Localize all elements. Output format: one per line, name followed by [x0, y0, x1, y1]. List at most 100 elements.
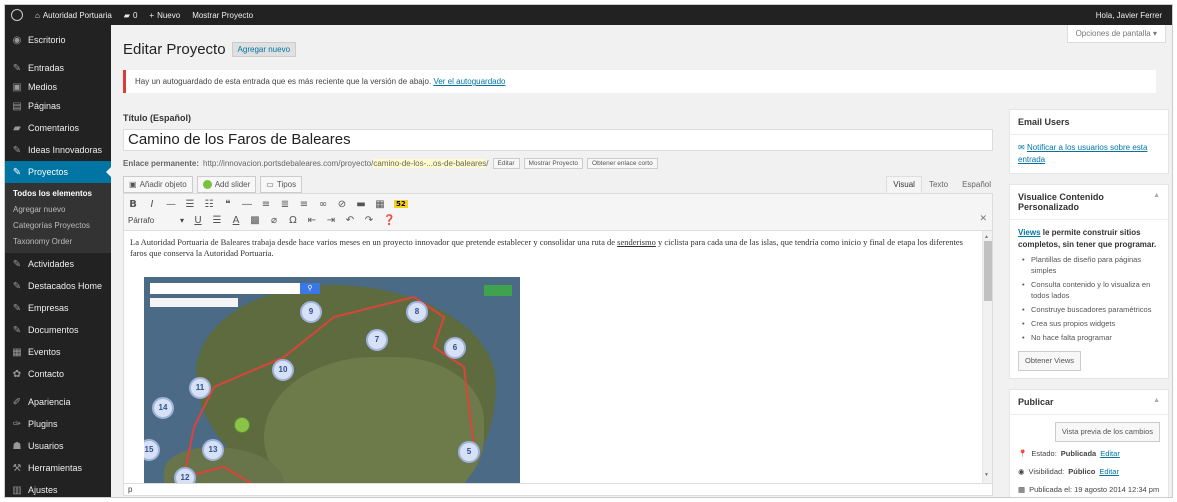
- view-project-button[interactable]: Mostrar Proyecto: [523, 157, 584, 169]
- more-tag-icon[interactable]: ▬: [356, 199, 366, 210]
- add-new-button[interactable]: Agregar nuevo: [231, 42, 297, 57]
- sidebar-item-empresas[interactable]: ✎ Empresas: [5, 297, 111, 319]
- editor-scrollbar[interactable]: ▲ ▼: [982, 231, 992, 483]
- sidebar-item-comentarios[interactable]: ▰ Comentarios: [5, 117, 111, 139]
- map-marker[interactable]: 13: [202, 439, 224, 461]
- scroll-down-icon[interactable]: ▼: [984, 470, 989, 481]
- map-tools[interactable]: [150, 298, 238, 307]
- map-search-input[interactable]: [150, 283, 300, 294]
- map-marker[interactable]: 10: [272, 359, 294, 381]
- map-image[interactable]: ⚲ 9 8 7 6 10 11 14 15 13 12 5: [144, 277, 520, 483]
- tab-visual[interactable]: Visual: [886, 176, 922, 193]
- view-autosave-link[interactable]: Ver el autoguardado: [433, 77, 505, 86]
- sidebar-item-ideas[interactable]: ✎ Ideas Innovadoras: [5, 139, 111, 161]
- redo-icon[interactable]: ↷: [364, 215, 374, 226]
- add-media-button[interactable]: ▣ Añadir objeto: [123, 175, 193, 193]
- unlink-icon[interactable]: ⊘: [337, 199, 347, 210]
- types-button[interactable]: ▭ Tipos: [260, 175, 303, 193]
- sidebar-item-contacto[interactable]: ✿ Contacto: [5, 363, 111, 385]
- text-color-icon[interactable]: A: [231, 215, 241, 226]
- editor-content[interactable]: La Autoridad Portuaria de Baleares traba…: [124, 231, 992, 483]
- get-views-button[interactable]: Obtener Views: [1018, 351, 1082, 371]
- post-title-input[interactable]: Camino de los Faros de Baleares: [123, 129, 993, 151]
- map-marker[interactable]: 9: [300, 301, 322, 323]
- map-marker[interactable]: 12: [174, 467, 196, 483]
- outdent-icon[interactable]: ⇤: [307, 215, 317, 226]
- sidebar-item-medios[interactable]: ▣ Medios: [5, 79, 111, 95]
- sidebar-item-apariencia[interactable]: ✐ Apariencia: [5, 391, 111, 413]
- map-marker[interactable]: 6: [444, 337, 466, 359]
- numbered-list-icon[interactable]: ☷: [204, 199, 214, 210]
- sidebar-item-proyectos[interactable]: ✎ Proyectos: [5, 161, 111, 183]
- toolbar-toggle-icon[interactable]: ▦: [375, 199, 385, 210]
- justify-icon[interactable]: ☰: [212, 215, 222, 226]
- sidebar-item-ajustes[interactable]: ▥ Ajustes: [5, 479, 111, 497]
- map-marker[interactable]: 14: [152, 397, 174, 419]
- horizontal-rule-icon[interactable]: ―: [242, 199, 252, 210]
- map-green-button[interactable]: [484, 285, 512, 296]
- sidebar-item-escritorio[interactable]: ◉ Escritorio: [5, 29, 111, 51]
- submenu-taxonomy[interactable]: Taxonomy Order: [5, 234, 111, 250]
- chevron-up-icon[interactable]: ▲: [1153, 192, 1160, 212]
- add-slider-button[interactable]: Add slider: [196, 175, 257, 193]
- sidebar-item-plugins[interactable]: ✑ Plugins: [5, 413, 111, 435]
- preview-changes-button[interactable]: Vista previa de los cambios: [1054, 422, 1160, 442]
- paste-text-icon[interactable]: ▩: [250, 215, 260, 226]
- wordpress-logo[interactable]: [5, 5, 29, 25]
- underline-icon[interactable]: U: [193, 215, 203, 226]
- map-marker[interactable]: 11: [189, 377, 211, 399]
- get-shortlink-button[interactable]: Obtener enlace corto: [587, 157, 658, 169]
- bullet-list-icon[interactable]: ☰: [185, 199, 195, 210]
- sidebar-item-documentos[interactable]: ✎ Documentos: [5, 319, 111, 341]
- align-center-icon[interactable]: ≣: [280, 199, 290, 210]
- views-link[interactable]: Views: [1018, 228, 1041, 237]
- submenu-agregar[interactable]: Agregar nuevo: [5, 202, 111, 218]
- map-marker[interactable]: 7: [366, 329, 388, 351]
- site-name-link[interactable]: ⌂ Autoridad Portuaria: [29, 5, 118, 25]
- bold-icon[interactable]: B: [128, 199, 138, 210]
- publish-title[interactable]: Publicar ▲: [1010, 390, 1168, 415]
- view-project-link[interactable]: Mostrar Proyecto: [186, 5, 259, 25]
- account-menu[interactable]: Hola, Javier Ferrer: [1090, 5, 1172, 25]
- sidebar-item-actividades[interactable]: ✎ Actividades: [5, 253, 111, 275]
- scrollbar-thumb[interactable]: [984, 241, 992, 301]
- link-icon[interactable]: ∞: [318, 199, 328, 210]
- map-marker[interactable]: 8: [406, 301, 428, 323]
- map-search-icon[interactable]: ⚲: [300, 283, 320, 294]
- help-icon[interactable]: ❓: [383, 215, 395, 226]
- edit-status-link[interactable]: Editar: [1100, 448, 1120, 460]
- content-link[interactable]: senderismo: [617, 237, 656, 247]
- chevron-up-icon[interactable]: ▲: [1153, 397, 1160, 407]
- permalink-url[interactable]: http://innovacion.portsdebaleares.com/pr…: [203, 158, 489, 168]
- submenu-todos[interactable]: Todos los elementos: [5, 186, 111, 202]
- sidebar-item-usuarios[interactable]: ☗ Usuarios: [5, 435, 111, 457]
- sidebar-item-paginas[interactable]: ▤ Páginas: [5, 95, 111, 117]
- blockquote-icon[interactable]: ❝: [223, 199, 233, 210]
- sidebar-item-entradas[interactable]: ✎ Entradas: [5, 57, 111, 79]
- edit-permalink-button[interactable]: Editar: [492, 157, 520, 169]
- sidebar-item-eventos[interactable]: ▦ Eventos: [5, 341, 111, 363]
- email-users-title[interactable]: Email Users: [1010, 110, 1168, 135]
- new-content-menu[interactable]: + Nuevo: [143, 5, 186, 25]
- clear-format-icon[interactable]: ⌀: [269, 215, 279, 226]
- map-marker[interactable]: 5: [458, 441, 480, 463]
- edit-visibility-link[interactable]: Editar: [1099, 466, 1119, 478]
- sidebar-item-destacados[interactable]: ✎ Destacados Home: [5, 275, 111, 297]
- screen-options-toggle[interactable]: Opciones de pantalla ▾: [1066, 25, 1166, 43]
- shortcode-icon[interactable]: 52: [394, 200, 408, 208]
- fullscreen-icon[interactable]: ✕: [979, 213, 987, 224]
- views-title[interactable]: Visualice Contenido Personalizado ▲: [1010, 185, 1168, 220]
- tab-language[interactable]: Español: [955, 176, 998, 193]
- tab-text[interactable]: Texto: [922, 176, 955, 193]
- italic-icon[interactable]: I: [147, 199, 157, 210]
- align-right-icon[interactable]: ≡: [299, 199, 309, 210]
- undo-icon[interactable]: ↶: [345, 215, 355, 226]
- indent-icon[interactable]: ⇥: [326, 215, 336, 226]
- comments-link[interactable]: ▰ 0: [118, 5, 144, 25]
- sidebar-item-herramientas[interactable]: ⚒ Herramientas: [5, 457, 111, 479]
- special-char-icon[interactable]: Ω: [288, 215, 298, 226]
- align-left-icon[interactable]: ≡: [261, 199, 271, 210]
- format-select[interactable]: Párrafo ▾: [128, 216, 184, 225]
- submenu-categorias[interactable]: Categorías Proyectos: [5, 218, 111, 234]
- notify-users-link[interactable]: Notificar a los usuarios sobre esta entr…: [1018, 143, 1147, 164]
